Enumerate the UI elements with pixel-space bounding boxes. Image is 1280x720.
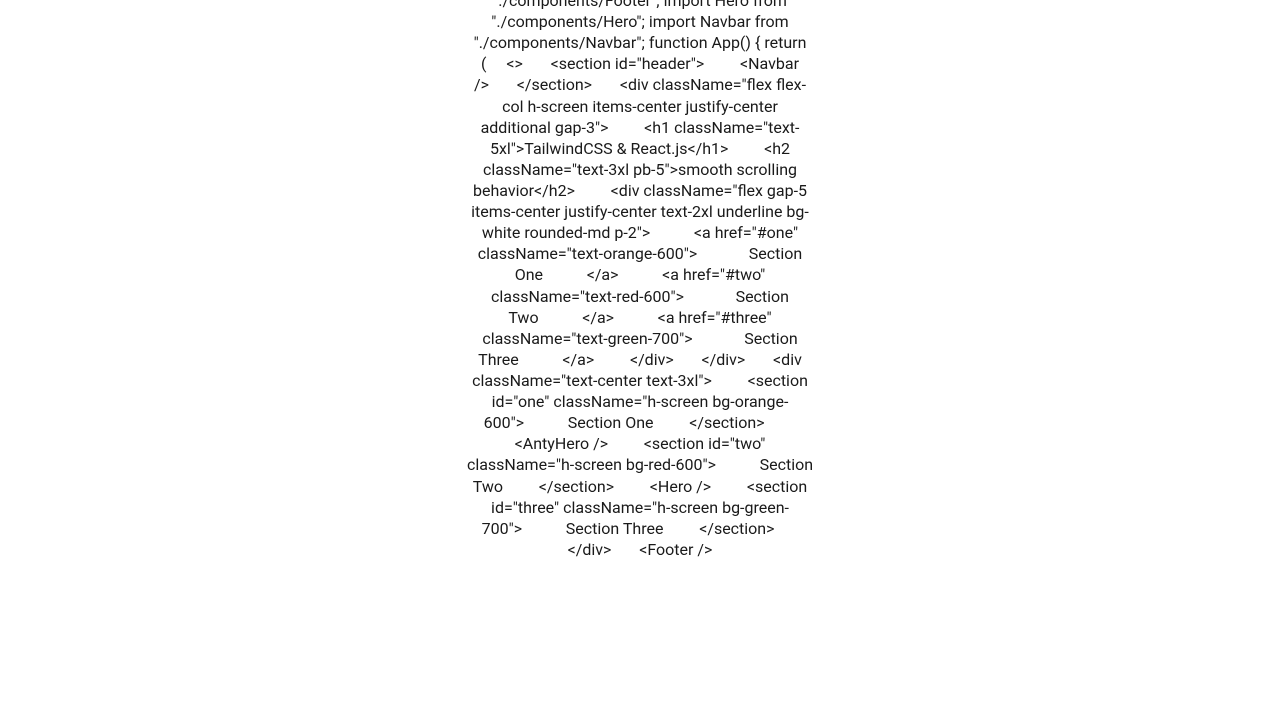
code-text: "./components/Footer"; import Hero from … [467, 0, 813, 559]
code-snippet: "./components/Footer"; import Hero from … [465, 0, 815, 560]
